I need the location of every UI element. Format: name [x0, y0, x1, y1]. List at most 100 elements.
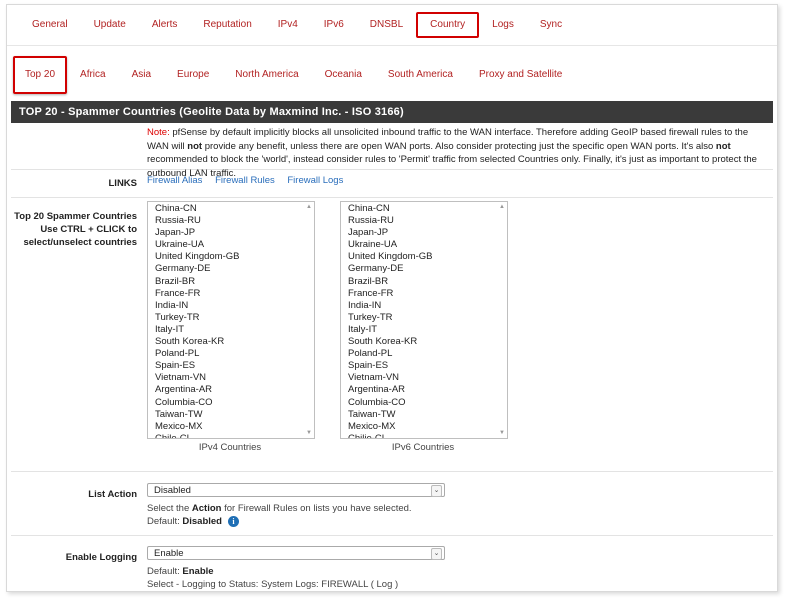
countries-label: Top 20 Spammer Countries Use CTRL + CLIC… — [14, 211, 137, 248]
firewall-alias-link[interactable]: Firewall Alias — [147, 175, 202, 186]
list-item[interactable]: Mexico-MX — [148, 421, 314, 433]
list-item[interactable]: India-IN — [148, 300, 314, 312]
list-item[interactable]: France-FR — [148, 288, 314, 300]
list-item[interactable]: Turkey-TR — [148, 312, 314, 324]
tab-ipv6[interactable]: IPv6 — [311, 14, 357, 36]
tab-general[interactable]: General — [19, 14, 81, 36]
enable-logging-help: Select - Logging to Status: System Logs:… — [147, 579, 399, 590]
countries-container: China-CN Russia-RU Japan-JP Ukraine-UA Unite… — [147, 201, 769, 463]
list-item[interactable]: Chile-CL — [148, 433, 314, 438]
list-item[interactable]: United Kingdom-GB — [341, 251, 507, 263]
list-action-value: Disabled — [154, 485, 191, 496]
note-row: Note: pfSense by default implicitly bloc… — [11, 123, 773, 179]
countries-row: Top 20 Spammer Countries Use CTRL + CLIC… — [11, 197, 773, 472]
list-item[interactable]: South Korea-KR — [148, 336, 314, 348]
list-item[interactable]: Japan-JP — [148, 227, 314, 239]
firewall-logs-link[interactable]: Firewall Logs — [287, 175, 343, 186]
tab-alerts[interactable]: Alerts — [139, 14, 191, 36]
list-item[interactable]: Taiwan-TW — [148, 409, 314, 421]
subtab-asia[interactable]: Asia — [119, 64, 164, 86]
list-item[interactable]: United Kingdom-GB — [148, 251, 314, 263]
scroll-down-icon[interactable]: ▼ — [306, 430, 312, 436]
links-row: LINKS Firewall Alias Firewall Rules Fire… — [11, 169, 773, 198]
subtab-europe[interactable]: Europe — [164, 64, 222, 86]
chevron-down-icon[interactable]: ⌄ — [431, 485, 442, 497]
enable-logging-row: Enable Logging Enable ⌄ Default: Enable … — [11, 535, 773, 591]
panel-title: TOP 20 - Spammer Countries (Geolite Data… — [11, 101, 773, 123]
tab-sync[interactable]: Sync — [527, 14, 575, 36]
enable-logging-select[interactable]: Enable ⌄ — [147, 546, 445, 560]
scroll-up-icon[interactable]: ▲ — [499, 204, 505, 210]
tab-dnsbl[interactable]: DNSBL — [357, 14, 416, 36]
list-item[interactable]: Ukraine-UA — [341, 239, 507, 251]
list-item[interactable]: China-CN — [341, 203, 507, 215]
list-item[interactable]: Germany-DE — [148, 263, 314, 275]
scroll-up-icon[interactable]: ▲ — [306, 204, 312, 210]
list-item[interactable]: Russia-RU — [148, 215, 314, 227]
enable-logging-value: Enable — [154, 548, 184, 559]
list-item[interactable]: Spain-ES — [341, 360, 507, 372]
chevron-down-icon[interactable]: ⌄ — [431, 548, 442, 560]
list-item[interactable]: India-IN — [341, 300, 507, 312]
list-item[interactable]: Poland-PL — [148, 348, 314, 360]
list-item[interactable]: Ukraine-UA — [148, 239, 314, 251]
list-item[interactable]: Turkey-TR — [341, 312, 507, 324]
list-item[interactable]: Brazil-BR — [341, 276, 507, 288]
ipv6-countries-select[interactable]: China-CN Russia-RU Japan-JP Ukraine-UA Unite… — [340, 201, 508, 439]
list-item[interactable]: Vietnam-VN — [341, 372, 507, 384]
list-action-select[interactable]: Disabled ⌄ — [147, 483, 445, 497]
ipv4-caption: IPv4 Countries — [198, 442, 262, 453]
scroll-down-icon[interactable]: ▼ — [499, 430, 505, 436]
links-container: Firewall Alias Firewall Rules Firewall L… — [147, 175, 769, 186]
tab-country[interactable]: Country — [416, 12, 480, 38]
ipv6-scrollbar[interactable]: ▲ ▼ — [497, 202, 507, 438]
links-label: LINKS — [108, 178, 138, 189]
list-item[interactable]: Russia-RU — [341, 215, 507, 227]
list-item[interactable]: Japan-JP — [341, 227, 507, 239]
subtab-south-america[interactable]: South America — [375, 64, 466, 86]
list-item[interactable]: Chilie-CL — [341, 433, 507, 438]
list-item[interactable]: China-CN — [148, 203, 314, 215]
list-item[interactable]: Germany-DE — [341, 263, 507, 275]
subtab-africa[interactable]: Africa — [67, 64, 119, 86]
tab-ipv4[interactable]: IPv4 — [265, 14, 311, 36]
list-item[interactable]: Mexico-MX — [341, 421, 507, 433]
ipv6-caption: IPv6 Countries — [391, 442, 455, 453]
ipv4-scrollbar[interactable]: ▲ ▼ — [304, 202, 314, 438]
tab-logs[interactable]: Logs — [479, 14, 527, 36]
ipv4-options: China-CN Russia-RU Japan-JP Ukraine-UA Unite… — [148, 202, 314, 438]
ipv4-countries-select[interactable]: China-CN Russia-RU Japan-JP Ukraine-UA Unite… — [147, 201, 315, 439]
list-item[interactable]: Taiwan-TW — [341, 409, 507, 421]
list-item[interactable]: South Korea-KR — [341, 336, 507, 348]
list-action-label: List Action — [88, 489, 137, 500]
list-action-help: Select the Action for Firewall Rules on … — [147, 503, 412, 514]
list-item[interactable]: Columbia-CO — [148, 397, 314, 409]
subtab-north-america[interactable]: North America — [222, 64, 311, 86]
subtab-oceania[interactable]: Oceania — [312, 64, 375, 86]
ipv6-options: China-CN Russia-RU Japan-JP Ukraine-UA Unite… — [341, 202, 507, 438]
list-item[interactable]: France-FR — [341, 288, 507, 300]
enable-logging-label: Enable Logging — [65, 552, 137, 563]
list-action-row: List Action Disabled ⌄ Select the Action… — [11, 471, 773, 536]
enable-logging-default: Default: Enable — [147, 566, 214, 577]
tab-reputation[interactable]: Reputation — [190, 14, 264, 36]
tab-update[interactable]: Update — [81, 14, 139, 36]
subtab-proxy-and-satellite[interactable]: Proxy and Satellite — [466, 64, 575, 86]
list-item[interactable]: Italy-IT — [148, 324, 314, 336]
list-item[interactable]: Poland-PL — [341, 348, 507, 360]
list-action-default: Default: Disabled i — [147, 515, 239, 528]
secondary-tabs: Top 20 Africa Asia Europe North America Ocean… — [7, 56, 777, 94]
list-item[interactable]: Italy-IT — [341, 324, 507, 336]
list-item[interactable]: Vietnam-VN — [148, 372, 314, 384]
package-frame: General Update Alerts Reputation IPv4 IPv6 DNS… — [6, 4, 778, 592]
list-item[interactable]: Brazil-BR — [148, 276, 314, 288]
list-item[interactable]: Argentina-AR — [148, 384, 314, 396]
info-circle-icon[interactable]: i — [228, 515, 239, 527]
primary-tabs: General Update Alerts Reputation IPv4 IPv6 DNS… — [7, 12, 777, 38]
list-item[interactable]: Columbia-CO — [341, 397, 507, 409]
firewall-rules-link[interactable]: Firewall Rules — [215, 175, 275, 186]
tab-divider — [7, 45, 777, 46]
subtab-top-20[interactable]: Top 20 — [13, 56, 68, 94]
list-item[interactable]: Argentina-AR — [341, 384, 507, 396]
list-item[interactable]: Spain-ES — [148, 360, 314, 372]
